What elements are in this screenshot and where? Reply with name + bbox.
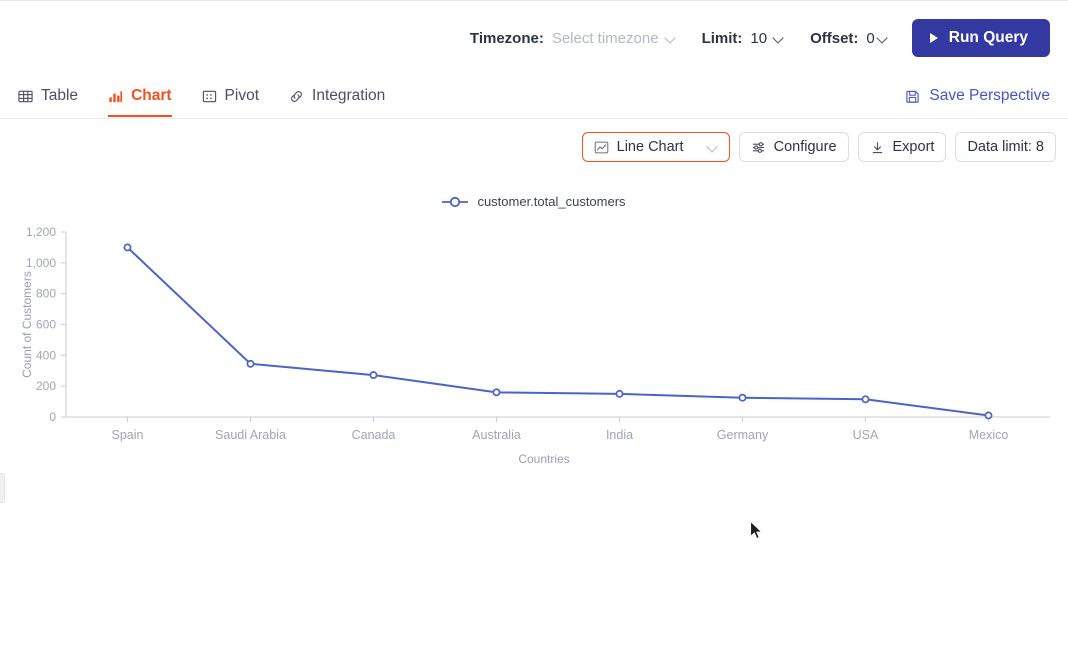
svg-text:1,000: 1,000 <box>26 256 56 270</box>
limit-label: Limit: <box>701 29 743 47</box>
line-chart-icon <box>594 140 609 155</box>
query-result-panel: Timezone: Select timezone Limit: 10 Offs… <box>0 0 1068 649</box>
chart-type-value: Line Chart <box>616 139 684 155</box>
tab-pivot-label: Pivot <box>224 87 260 104</box>
chevron-down-icon <box>773 33 784 44</box>
chart-toolbar: Line Chart Configure Export Data limit: … <box>0 119 1068 162</box>
svg-text:400: 400 <box>36 348 56 362</box>
svg-text:USA: USA <box>853 428 879 442</box>
panel-resize-handle[interactable] <box>0 473 5 503</box>
chevron-down-icon <box>665 33 676 44</box>
play-icon <box>929 33 938 43</box>
offset-value: 0 <box>866 29 875 47</box>
download-icon <box>870 140 885 155</box>
tab-table[interactable]: Table <box>18 75 78 117</box>
svg-text:800: 800 <box>36 287 56 301</box>
limit-control[interactable]: Limit: 10 <box>702 30 785 47</box>
export-label: Export <box>892 139 935 155</box>
svg-text:Saudi Arabia: Saudi Arabia <box>215 428 286 442</box>
svg-text:600: 600 <box>36 318 56 332</box>
svg-text:200: 200 <box>36 379 56 393</box>
timezone-label: Timezone: <box>469 29 544 47</box>
limit-value: 10 <box>750 29 768 47</box>
query-options-bar: Timezone: Select timezone Limit: 10 Offs… <box>0 1 1068 75</box>
tab-table-label: Table <box>41 87 79 104</box>
svg-text:Canada: Canada <box>352 428 396 442</box>
tab-chart[interactable]: Chart <box>108 75 173 117</box>
svg-text:Australia: Australia <box>472 428 521 442</box>
svg-text:India: India <box>606 428 633 442</box>
timezone-control[interactable]: Timezone: Select timezone <box>470 30 676 47</box>
tab-integration-label: Integration <box>312 87 386 104</box>
configure-button[interactable]: Configure <box>738 132 849 162</box>
link-icon <box>289 89 304 104</box>
svg-text:Germany: Germany <box>717 428 769 442</box>
chart-canvas: customer.total_customers 0 200 400 600 800 1,… <box>0 162 1068 592</box>
view-tabs: Table Chart Pivot Integration Save Persp… <box>0 75 1068 119</box>
sliders-icon <box>751 140 766 155</box>
export-button[interactable]: Export <box>857 132 947 162</box>
timezone-value: Select timezone <box>551 29 659 47</box>
pivot-icon <box>202 89 217 104</box>
svg-text:Count of Customers: Count of Customers <box>20 271 34 378</box>
run-query-button[interactable]: Run Query <box>911 19 1050 57</box>
chart-type-select[interactable]: Line Chart <box>581 132 730 162</box>
offset-control[interactable]: Offset: 0 <box>810 30 888 47</box>
line-chart-plot: 0 200 400 600 800 1,000 1,200 Spain Saudi Arabia… <box>20 225 1050 466</box>
save-icon <box>905 89 920 104</box>
svg-text:0: 0 <box>49 410 56 424</box>
save-perspective-label: Save Perspective <box>929 87 1050 104</box>
run-query-label: Run Query <box>948 29 1028 46</box>
tab-integration[interactable]: Integration <box>289 75 385 117</box>
table-icon <box>18 89 33 104</box>
svg-text:Mexico: Mexico <box>969 428 1009 442</box>
chart-icon <box>108 89 123 104</box>
svg-text:1,200: 1,200 <box>26 225 56 239</box>
offset-label: Offset: <box>810 29 859 47</box>
data-limit-label: Data limit: 8 <box>967 139 1044 155</box>
svg-text:Spain: Spain <box>112 428 144 442</box>
tab-chart-label: Chart <box>131 87 172 104</box>
chevron-down-icon <box>877 33 888 44</box>
chevron-down-icon <box>707 142 718 153</box>
save-perspective-button[interactable]: Save Perspective <box>905 75 1050 117</box>
svg-text:Countries: Countries <box>518 452 569 466</box>
tab-pivot[interactable]: Pivot <box>202 75 259 117</box>
configure-label: Configure <box>773 139 837 155</box>
data-limit-button[interactable]: Data limit: 8 <box>955 132 1056 162</box>
